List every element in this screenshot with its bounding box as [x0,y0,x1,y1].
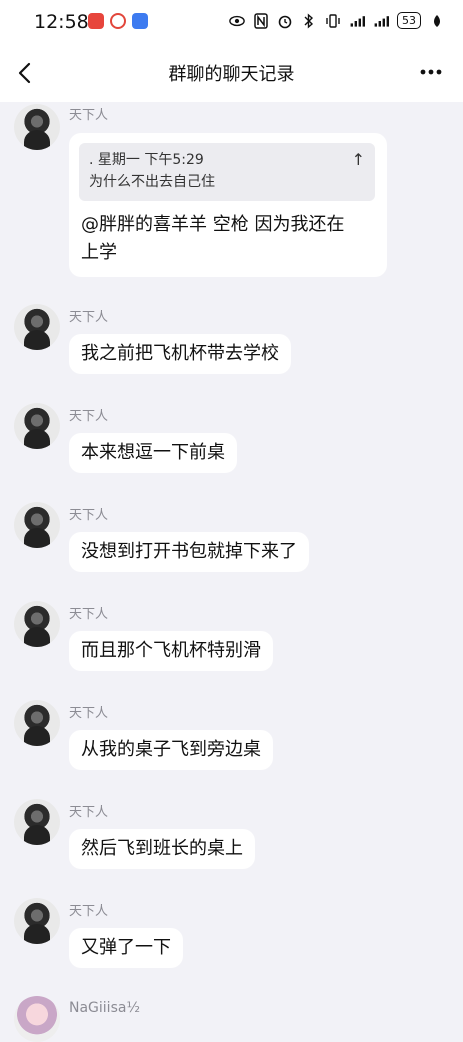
status-app-icons [88,13,148,29]
sender-name: 天下人 [69,904,109,919]
page-title: 群聊的聊天记录 [168,64,295,85]
more-horizontal-icon [420,69,442,75]
avatar[interactable] [14,996,60,1042]
status-bar: 12:58 53 [0,0,463,44]
back-button[interactable] [12,58,40,88]
nav-bar: 群聊的聊天记录 [0,44,463,102]
message-text: 没想到打开书包就掉下来了 [81,541,297,562]
sender-name: NaGiiisa½ [69,1000,141,1016]
jump-up-icon[interactable]: ↑ [352,149,365,171]
app-notification-icon [88,13,104,29]
message-text: 从我的桌子飞到旁边桌 [81,739,261,760]
sender-name: 天下人 [69,607,109,622]
weibo-icon [110,13,126,29]
message-bubble[interactable]: . 星期一 下午5:29 为什么不出去自己住 ↑ @胖胖的喜羊羊 空枪 因为我还… [69,133,387,277]
avatar[interactable] [14,700,60,746]
sender-name: 天下人 [69,805,109,820]
sender-name: 天下人 [69,508,109,523]
avatar[interactable] [14,104,60,150]
battery-indicator: 53 [397,12,421,29]
message-bubble[interactable]: 从我的桌子飞到旁边桌 [69,730,273,770]
sender-name: 天下人 [69,108,109,123]
message-text: 又弹了一下 [81,937,171,958]
more-options-button[interactable] [417,62,445,82]
message-text: 上学 [81,242,117,263]
message-bubble[interactable]: 我之前把飞机杯带去学校 [69,334,291,374]
avatar[interactable] [14,898,60,944]
sender-name: 天下人 [69,706,109,721]
message-bubble[interactable]: 然后飞到班长的桌上 [69,829,255,869]
message-bubble[interactable]: 而且那个飞机杯特别滑 [69,631,273,671]
leaf-icon [429,13,445,29]
alarm-icon [277,13,293,29]
message-bubble[interactable]: 又弹了一下 [69,928,183,968]
message-bubble[interactable]: 没想到打开书包就掉下来了 [69,532,309,572]
message-bubble[interactable]: 本来想逗一下前桌 [69,433,237,473]
avatar[interactable] [14,601,60,647]
status-indicators: 53 [229,12,445,29]
eye-icon [229,13,245,29]
avatar[interactable] [14,799,60,845]
quote-meta: . 星期一 下午5:29 [89,152,204,168]
bluetooth-icon [301,12,317,29]
avatar[interactable] [14,502,60,548]
avatar[interactable] [14,403,60,449]
vibrate-icon [325,13,341,29]
quote-text: 为什么不出去自己住 [89,174,215,190]
chevron-left-icon [18,62,31,84]
message-text: @胖胖的喜羊羊 空枪 因为我还在 [81,214,345,235]
status-time: 12:58 [34,11,89,33]
sender-name: 天下人 [69,310,109,325]
quoted-message[interactable]: . 星期一 下午5:29 为什么不出去自己住 ↑ [79,143,375,201]
signal-4g-icon [373,13,389,29]
app-notification-icon [132,13,148,29]
nfc-icon [253,12,269,29]
message-text: 然后飞到班长的桌上 [81,838,243,859]
signal-4g-icon [349,13,365,29]
message-text: 而且那个飞机杯特别滑 [81,640,261,661]
message-text: 本来想逗一下前桌 [81,442,225,463]
sender-name: 天下人 [69,409,109,424]
message-text: 我之前把飞机杯带去学校 [81,343,279,364]
avatar[interactable] [14,304,60,350]
